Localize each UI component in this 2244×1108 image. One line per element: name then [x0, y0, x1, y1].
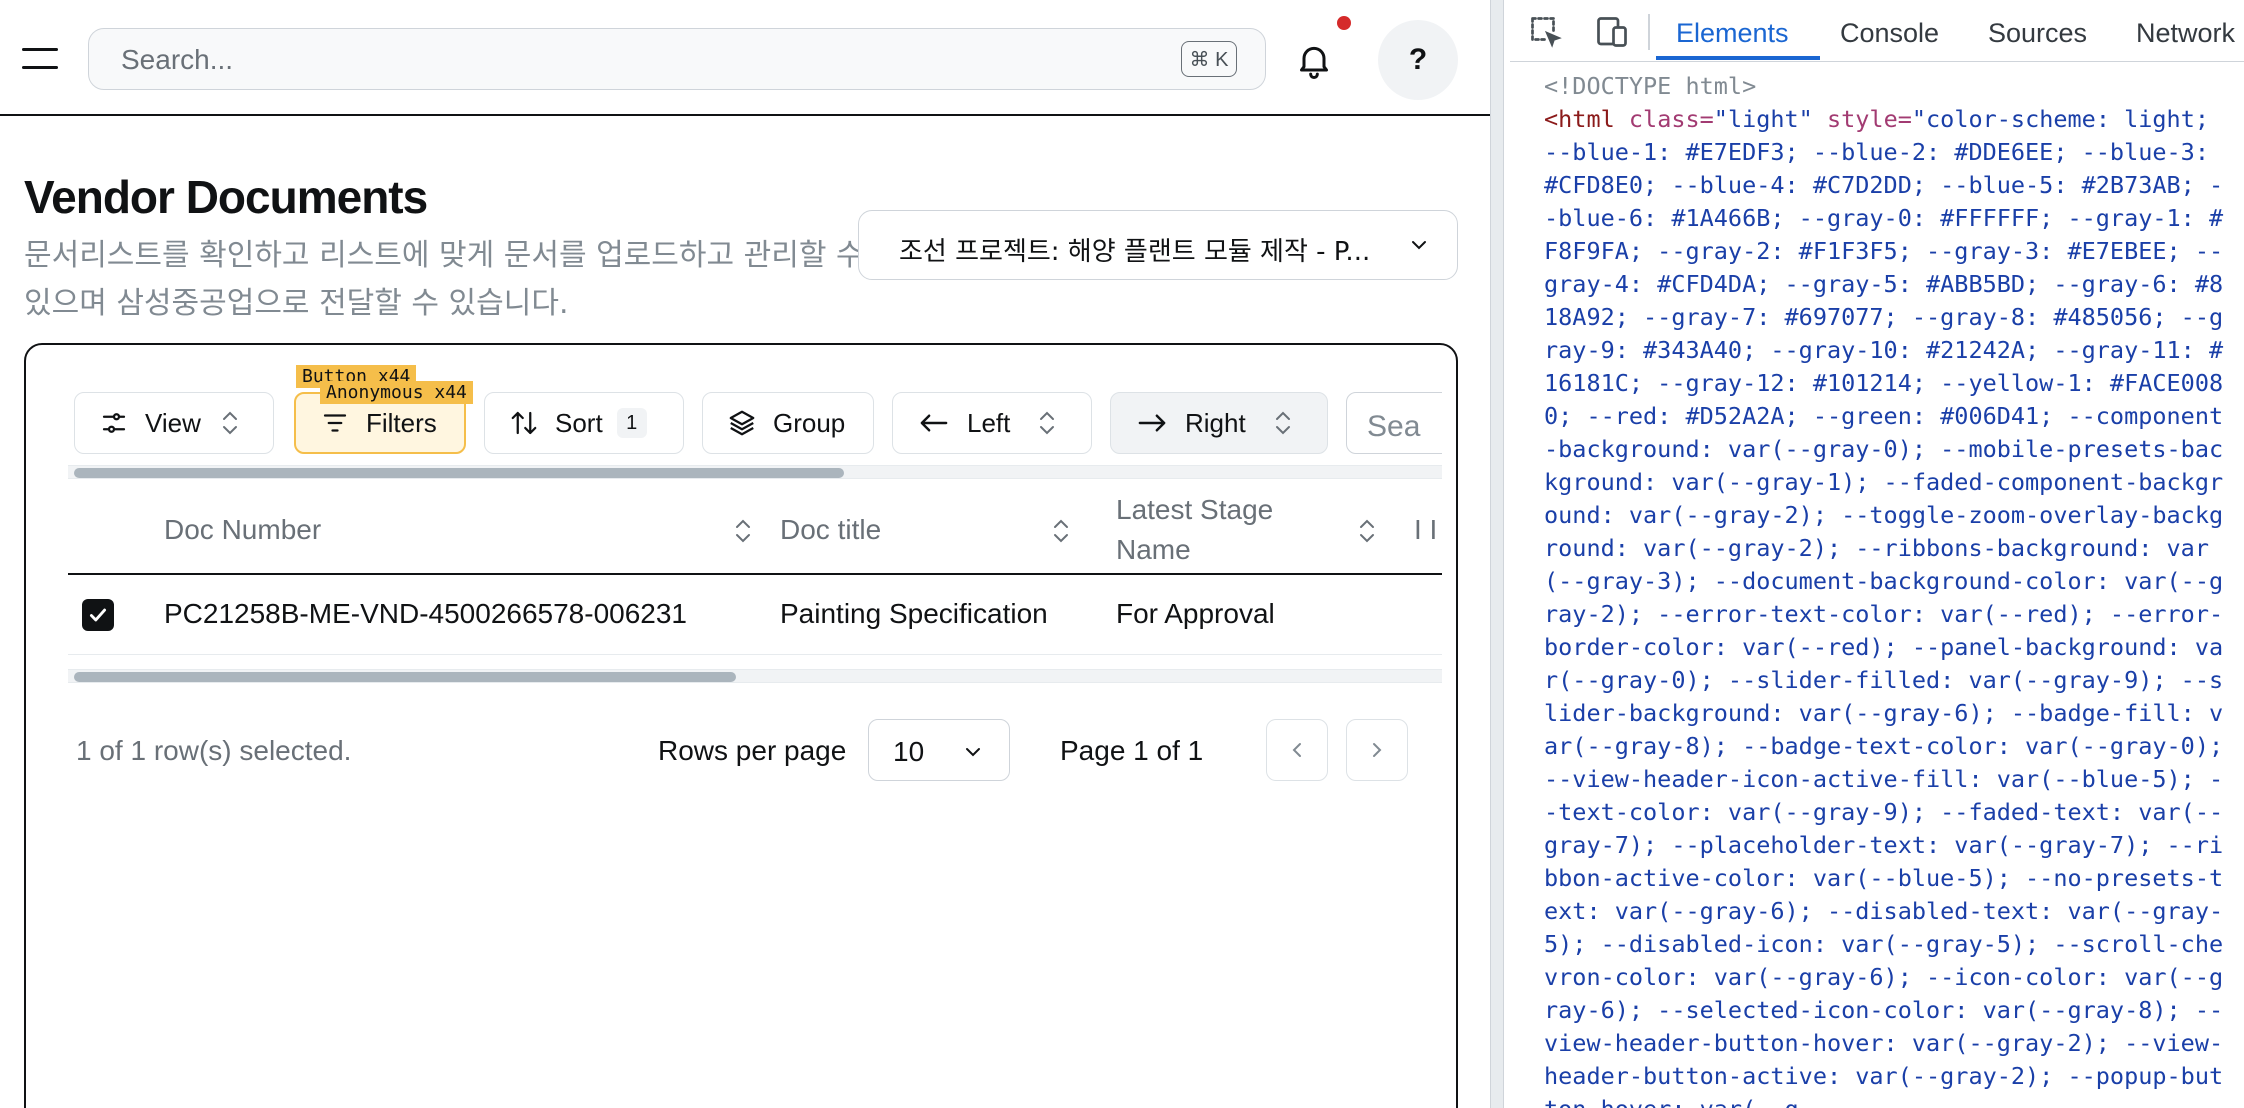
updown-chevron-icon	[1275, 411, 1290, 435]
devtools-splitter[interactable]	[1490, 0, 1504, 1108]
row-checkbox[interactable]	[82, 599, 114, 631]
class-attr-value: "light"	[1713, 105, 1813, 133]
table-header: Doc Number Doc title Latest Stage Name I…	[68, 487, 1442, 575]
sort-icon	[1054, 519, 1068, 543]
search-input[interactable]	[119, 43, 1123, 77]
updown-chevron-icon	[1040, 411, 1055, 435]
html-tag-name: <html	[1544, 105, 1615, 133]
column-label: Doc Number	[164, 514, 322, 545]
device-toolbar-icon[interactable]	[1594, 14, 1630, 50]
updown-chevron-icon	[222, 411, 237, 435]
group-button[interactable]: Group	[702, 392, 874, 454]
shortcut-hint: ⌘ K	[1181, 41, 1237, 77]
doctype-node: <!DOCTYPE html>	[1544, 72, 1757, 100]
tab-network[interactable]: Network	[2136, 18, 2235, 49]
column-header-truncated[interactable]: I I	[1414, 487, 1442, 573]
group-button-label: Group	[773, 407, 846, 438]
selection-status: 1 of 1 row(s) selected.	[76, 735, 352, 766]
table-row[interactable]: PC21258B-ME-VND-4500266578-006231 Painti…	[68, 575, 1442, 655]
top-bar: ⌘ K ?	[0, 0, 1490, 116]
next-page-button[interactable]	[1346, 719, 1408, 781]
devtools-tab-bar: Elements Console Sources Network	[1510, 0, 2244, 62]
chevron-right-icon	[1373, 743, 1382, 757]
column-header-latest-stage[interactable]: Latest Stage Name	[1116, 487, 1376, 573]
chevron-down-icon	[966, 748, 980, 757]
column-header-doc-number[interactable]: Doc Number	[164, 487, 750, 573]
cell-doc-number: PC21258B-ME-VND-4500266578-006231	[164, 598, 688, 629]
inspect-element-icon[interactable]	[1528, 14, 1564, 50]
sort-button-label: Sort	[555, 407, 603, 438]
pin-right-button[interactable]: Right	[1110, 392, 1328, 454]
devtools-panel: Elements Console Sources Network <!DOCTY…	[1510, 0, 2244, 1108]
class-attr-name: class=	[1614, 105, 1714, 133]
previous-page-button[interactable]	[1266, 719, 1328, 781]
dom-tree[interactable]: <!DOCTYPE html> <html class="light" styl…	[1544, 70, 2234, 1108]
page-subtitle: 문서리스트를 확인하고 리스트에 맞게 문서를 업로드하고 관리할 수 있으며 …	[24, 238, 864, 321]
rows-per-page-value: 10	[893, 736, 925, 767]
chevron-left-icon	[1292, 743, 1301, 757]
rows-per-page-label: Rows per page	[658, 735, 847, 766]
sort-arrows-icon	[511, 411, 537, 435]
view-button-label: View	[145, 407, 201, 438]
page-indicator: Page 1 of 1	[1060, 735, 1204, 766]
right-button-label: Right	[1185, 407, 1246, 438]
cell-doc-title: Painting Specification	[780, 598, 1048, 629]
toolbar-divider	[1648, 14, 1650, 50]
sliders-icon	[102, 413, 126, 433]
bell-icon[interactable]	[1294, 40, 1334, 80]
left-button-label: Left	[967, 407, 1011, 438]
chevron-down-icon	[1412, 241, 1426, 250]
app-viewport: ⌘ K ? Vendor Documents 문서리스트를 확인하고 리스트에 …	[0, 0, 1490, 1108]
pin-left-button[interactable]: Left	[892, 392, 1092, 454]
table-toolbar: View Filters Sort 1 Group Left Right Sea	[74, 392, 1442, 456]
layers-icon	[729, 410, 755, 436]
toolbar-scrollbar[interactable]	[68, 465, 1442, 479]
scrollbar-thumb[interactable]	[74, 672, 736, 682]
column-label: Latest Stage Name	[1116, 494, 1274, 565]
sort-count-badge: 1	[616, 408, 647, 438]
check-icon	[89, 608, 107, 622]
view-button[interactable]: View	[74, 392, 274, 454]
project-select[interactable]: 조선 프로젝트: 해양 플랜트 모듈 제작 - P...	[858, 210, 1458, 280]
project-select-value: 조선 프로젝트: 해양 플랜트 모듈 제작 - P...	[899, 237, 1371, 267]
active-tab-indicator	[1656, 56, 1820, 60]
notification-dot	[1337, 16, 1351, 30]
global-search[interactable]: ⌘ K	[88, 28, 1266, 90]
filters-button-label: Filters	[366, 407, 437, 438]
table-search[interactable]	[1346, 392, 1442, 454]
help-button[interactable]: ?	[1378, 20, 1458, 100]
table-search-input[interactable]	[1365, 409, 1442, 445]
tab-console[interactable]: Console	[1840, 18, 1939, 49]
arrow-left-icon	[920, 414, 948, 432]
style-attr-name: style=	[1812, 105, 1912, 133]
arrow-right-icon	[1138, 414, 1166, 432]
sort-icon	[736, 519, 750, 543]
sort-button[interactable]: Sort 1	[484, 392, 684, 454]
menu-icon[interactable]	[22, 48, 58, 70]
page-title: Vendor Documents	[24, 171, 428, 223]
tab-elements[interactable]: Elements	[1676, 18, 1789, 49]
column-header-doc-title[interactable]: Doc title	[780, 487, 1100, 573]
devtools-overlay-tag: Anonymous x44	[320, 381, 473, 404]
column-label: Doc title	[780, 514, 882, 545]
style-attr-value: "color-scheme: light; --blue-1: #E7EDF3;…	[1544, 105, 2224, 1108]
scrollbar-thumb[interactable]	[74, 468, 844, 478]
column-label: I I	[1414, 514, 1438, 545]
tab-sources[interactable]: Sources	[1988, 18, 2087, 49]
cell-latest-stage: For Approval	[1116, 598, 1275, 629]
rows-per-page-select[interactable]: 10	[868, 719, 1010, 781]
table-scrollbar[interactable]	[68, 669, 1442, 683]
filter-icon	[323, 414, 347, 432]
documents-table-panel: View Filters Sort 1 Group Left Right Sea…	[24, 343, 1458, 1108]
sort-icon	[1360, 519, 1374, 543]
